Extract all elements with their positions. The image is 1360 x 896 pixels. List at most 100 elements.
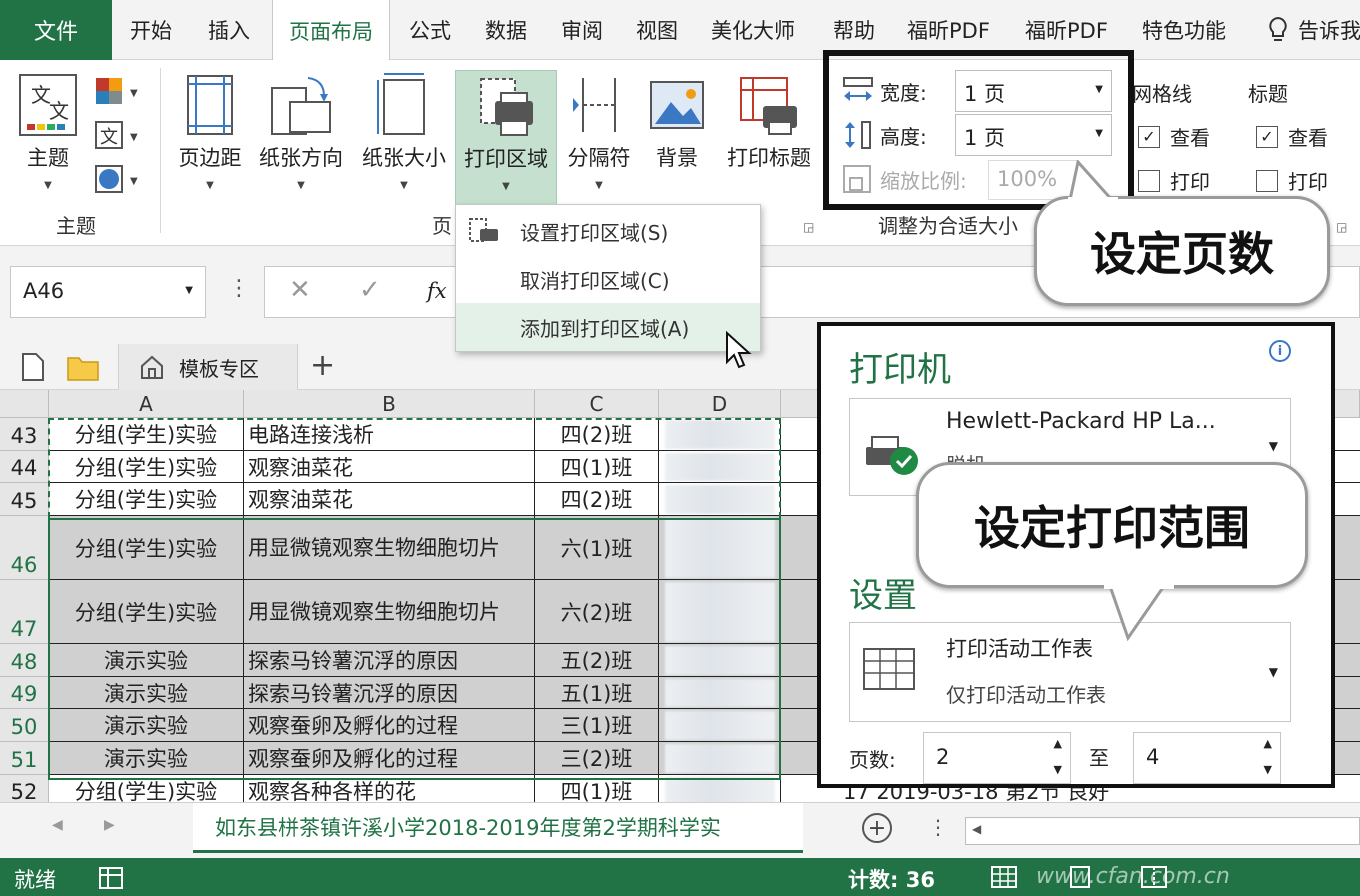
cell-c[interactable]: 四(2)班 <box>535 418 659 451</box>
headings-view-checkbox[interactable]: ✓ 查看 <box>1256 122 1328 151</box>
themes-button[interactable]: 文文 主题 ▼ <box>14 72 82 191</box>
cell-a[interactable]: 演示实验 <box>49 644 244 677</box>
cell-a[interactable]: 演示实验 <box>49 709 244 742</box>
page-break-view-icon[interactable] <box>1140 865 1168 889</box>
breaks-button[interactable]: 分隔符 ▼ <box>560 72 638 191</box>
row-header[interactable]: 44 <box>0 451 49 483</box>
spin-up-icon[interactable]: ▲ <box>1264 737 1272 750</box>
row-header[interactable]: 52 <box>0 775 49 802</box>
cell-c[interactable]: 四(1)班 <box>535 451 659 483</box>
new-document-icon[interactable] <box>20 352 46 382</box>
cell-a[interactable]: 演示实验 <box>49 742 244 775</box>
cell-d[interactable] <box>659 709 781 742</box>
cell-b[interactable]: 观察各种各样的花 <box>244 775 535 802</box>
print-what-select[interactable]: 打印活动工作表 仅打印活动工作表 ▼ <box>849 622 1291 722</box>
cell-a[interactable]: 演示实验 <box>49 677 244 709</box>
cell-b[interactable]: 用显微镜观察生物细胞切片 <box>244 580 535 644</box>
insert-function-icon[interactable]: fx <box>427 279 447 303</box>
margins-button[interactable]: 页边距 ▼ <box>170 72 250 191</box>
select-all-corner[interactable] <box>0 390 49 418</box>
cell-d[interactable] <box>659 516 781 580</box>
pages-from-input[interactable]: 2 ▲ ▼ <box>923 732 1071 784</box>
cell-c[interactable]: 三(2)班 <box>535 742 659 775</box>
menu-set-print-area[interactable]: 设置打印区域(S) <box>456 207 760 255</box>
cell-d[interactable] <box>659 742 781 775</box>
cell-d[interactable] <box>659 580 781 644</box>
info-icon[interactable]: i <box>1269 340 1291 362</box>
add-tab-icon[interactable]: + <box>310 348 335 383</box>
cell-d[interactable] <box>659 677 781 709</box>
print-titles-button[interactable]: 打印标题 <box>716 72 822 172</box>
enter-icon[interactable]: ✓ <box>359 275 381 305</box>
cell-c[interactable]: 六(2)班 <box>535 580 659 644</box>
spin-down-icon[interactable]: ▼ <box>1264 763 1272 776</box>
size-button[interactable]: 纸张大小 ▼ <box>356 72 452 191</box>
cell-c[interactable]: 五(1)班 <box>535 677 659 709</box>
cell-b[interactable]: 观察蚕卵及孵化的过程 <box>244 742 535 775</box>
tab-formulas[interactable]: 公式 <box>409 0 451 60</box>
cell-c[interactable]: 三(1)班 <box>535 709 659 742</box>
tab-insert[interactable]: 插入 <box>208 0 250 60</box>
template-tab[interactable]: 模板专区 <box>118 344 298 390</box>
gridlines-print-checkbox[interactable]: 打印 <box>1138 166 1210 195</box>
cell-b[interactable]: 观察油菜花 <box>244 483 535 516</box>
cell-b[interactable]: 观察油菜花 <box>244 451 535 483</box>
cell-b[interactable]: 探索马铃薯沉浮的原因 <box>244 677 535 709</box>
cell-b[interactable]: 探索马铃薯沉浮的原因 <box>244 644 535 677</box>
spin-down-icon[interactable]: ▼ <box>1054 763 1062 776</box>
folder-icon[interactable] <box>66 352 100 382</box>
fonts-button[interactable]: 文 ▼ <box>94 120 142 154</box>
print-area-button[interactable]: 打印区域 ▼ <box>455 70 557 206</box>
tab-beautify[interactable]: 美化大师 <box>711 0 795 60</box>
cell-d[interactable] <box>659 775 781 802</box>
cell-a[interactable]: 分组(学生)实验 <box>49 516 244 580</box>
tab-home[interactable]: 开始 <box>130 0 172 60</box>
horizontal-scrollbar[interactable]: ◀ <box>965 817 1360 845</box>
name-box[interactable]: A46 ▼ <box>10 266 206 318</box>
cell-d[interactable] <box>659 483 781 516</box>
dialog-launcher-icon[interactable]: ◲ <box>803 220 814 234</box>
cell-d[interactable] <box>659 418 781 451</box>
column-header-b[interactable]: B <box>244 390 535 418</box>
cell-c[interactable]: 四(2)班 <box>535 483 659 516</box>
more-icon[interactable]: ⋮ <box>228 276 250 301</box>
macro-record-icon[interactable] <box>98 864 126 890</box>
cell-b[interactable]: 电路连接浅析 <box>244 418 535 451</box>
cancel-icon[interactable]: ✕ <box>289 275 311 305</box>
scroll-right-icon[interactable]: ▶ <box>104 817 115 833</box>
row-header[interactable]: 51 <box>0 742 49 775</box>
scroll-left-icon[interactable]: ◀ <box>972 822 981 836</box>
background-button[interactable]: 背景 <box>640 72 714 172</box>
row-header[interactable]: 50 <box>0 709 49 742</box>
more-icon[interactable]: ⋮ <box>928 815 948 839</box>
cell-a[interactable]: 分组(学生)实验 <box>49 483 244 516</box>
effects-button[interactable]: ▼ <box>94 164 142 198</box>
row-header[interactable]: 46 <box>0 516 49 580</box>
menu-clear-print-area[interactable]: 取消打印区域(C) <box>456 255 760 303</box>
cell-b[interactable]: 观察蚕卵及孵化的过程 <box>244 709 535 742</box>
tab-file[interactable]: 文件 <box>0 0 112 60</box>
cell-c[interactable]: 五(2)班 <box>535 644 659 677</box>
cell-a[interactable]: 分组(学生)实验 <box>49 775 244 802</box>
new-sheet-icon[interactable]: + <box>862 813 892 843</box>
spin-up-icon[interactable]: ▲ <box>1054 737 1062 750</box>
orientation-button[interactable]: 纸张方向 ▼ <box>253 72 349 191</box>
sheet-tab-active[interactable]: 如东县栟茶镇许溪小学2018-2019年度第2学期科学实 <box>193 803 803 853</box>
cell-d[interactable] <box>659 644 781 677</box>
dialog-launcher-icon[interactable]: ◲ <box>1336 220 1347 234</box>
pages-to-input[interactable]: 4 ▲ ▼ <box>1133 732 1281 784</box>
column-header-d[interactable]: D <box>659 390 781 418</box>
cell-a[interactable]: 分组(学生)实验 <box>49 451 244 483</box>
row-header[interactable]: 47 <box>0 580 49 644</box>
row-header[interactable]: 48 <box>0 644 49 677</box>
normal-view-icon[interactable] <box>990 865 1018 889</box>
column-header-c[interactable]: C <box>535 390 659 418</box>
tab-review[interactable]: 审阅 <box>561 0 603 60</box>
tell-me[interactable]: 告诉我 <box>1266 0 1360 60</box>
cell-d[interactable] <box>659 451 781 483</box>
tab-data[interactable]: 数据 <box>485 0 527 60</box>
tab-view[interactable]: 视图 <box>636 0 678 60</box>
gridlines-view-checkbox[interactable]: ✓ 查看 <box>1138 122 1210 151</box>
cell-a[interactable]: 分组(学生)实验 <box>49 580 244 644</box>
tab-page-layout[interactable]: 页面布局 <box>272 0 390 61</box>
